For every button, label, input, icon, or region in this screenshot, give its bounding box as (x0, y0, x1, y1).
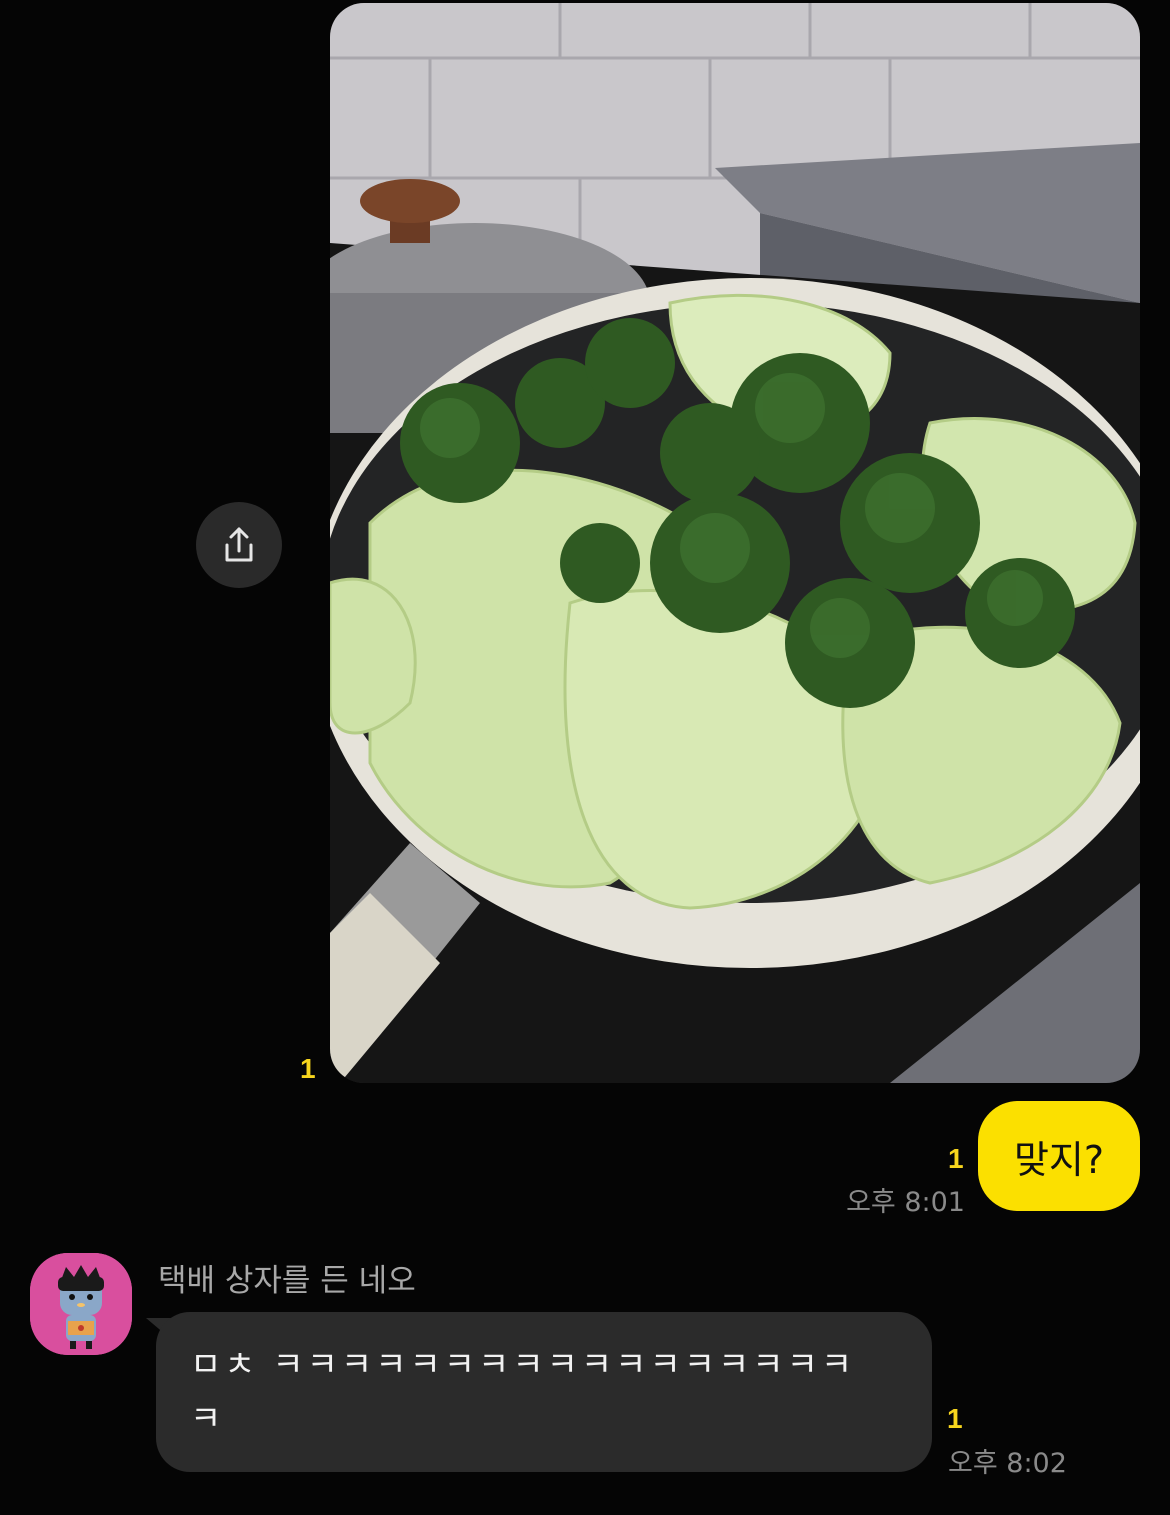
their-message-unread-count: 1 (947, 1403, 963, 1434)
share-icon (225, 527, 253, 562)
sender-name: 택배 상자를 든 네오 (158, 1263, 416, 1299)
my-message-bubble[interactable]: 맞지? (978, 1101, 1140, 1211)
photo-unread-count: 1 (300, 1053, 316, 1084)
neo-character-icon (30, 1253, 132, 1355)
chat-screen: 1 1 오후 8:01 맞지? 택배 상자를 든 네오 ㅁㅊ ㅋㅋㅋㅋㅋㅋㅋㅋㅋ… (0, 0, 1170, 1515)
avatar[interactable] (30, 1253, 132, 1355)
their-message-text: ㅁㅊ ㅋㅋㅋㅋㅋㅋㅋㅋㅋㅋㅋㅋㅋㅋㅋㅋㅋ ㅋ (190, 1345, 856, 1439)
share-button[interactable] (196, 502, 282, 588)
photo-image (330, 3, 1140, 1083)
their-message-bubble[interactable]: ㅁㅊ ㅋㅋㅋㅋㅋㅋㅋㅋㅋㅋㅋㅋㅋㅋㅋㅋㅋ ㅋ (156, 1312, 932, 1472)
their-message-timestamp: 오후 8:02 (948, 1448, 1067, 1479)
my-message-unread-count: 1 (948, 1143, 964, 1174)
my-message-timestamp: 오후 8:01 (846, 1187, 965, 1218)
my-message-text: 맞지? (1013, 1137, 1105, 1182)
photo-message[interactable] (330, 3, 1140, 1083)
